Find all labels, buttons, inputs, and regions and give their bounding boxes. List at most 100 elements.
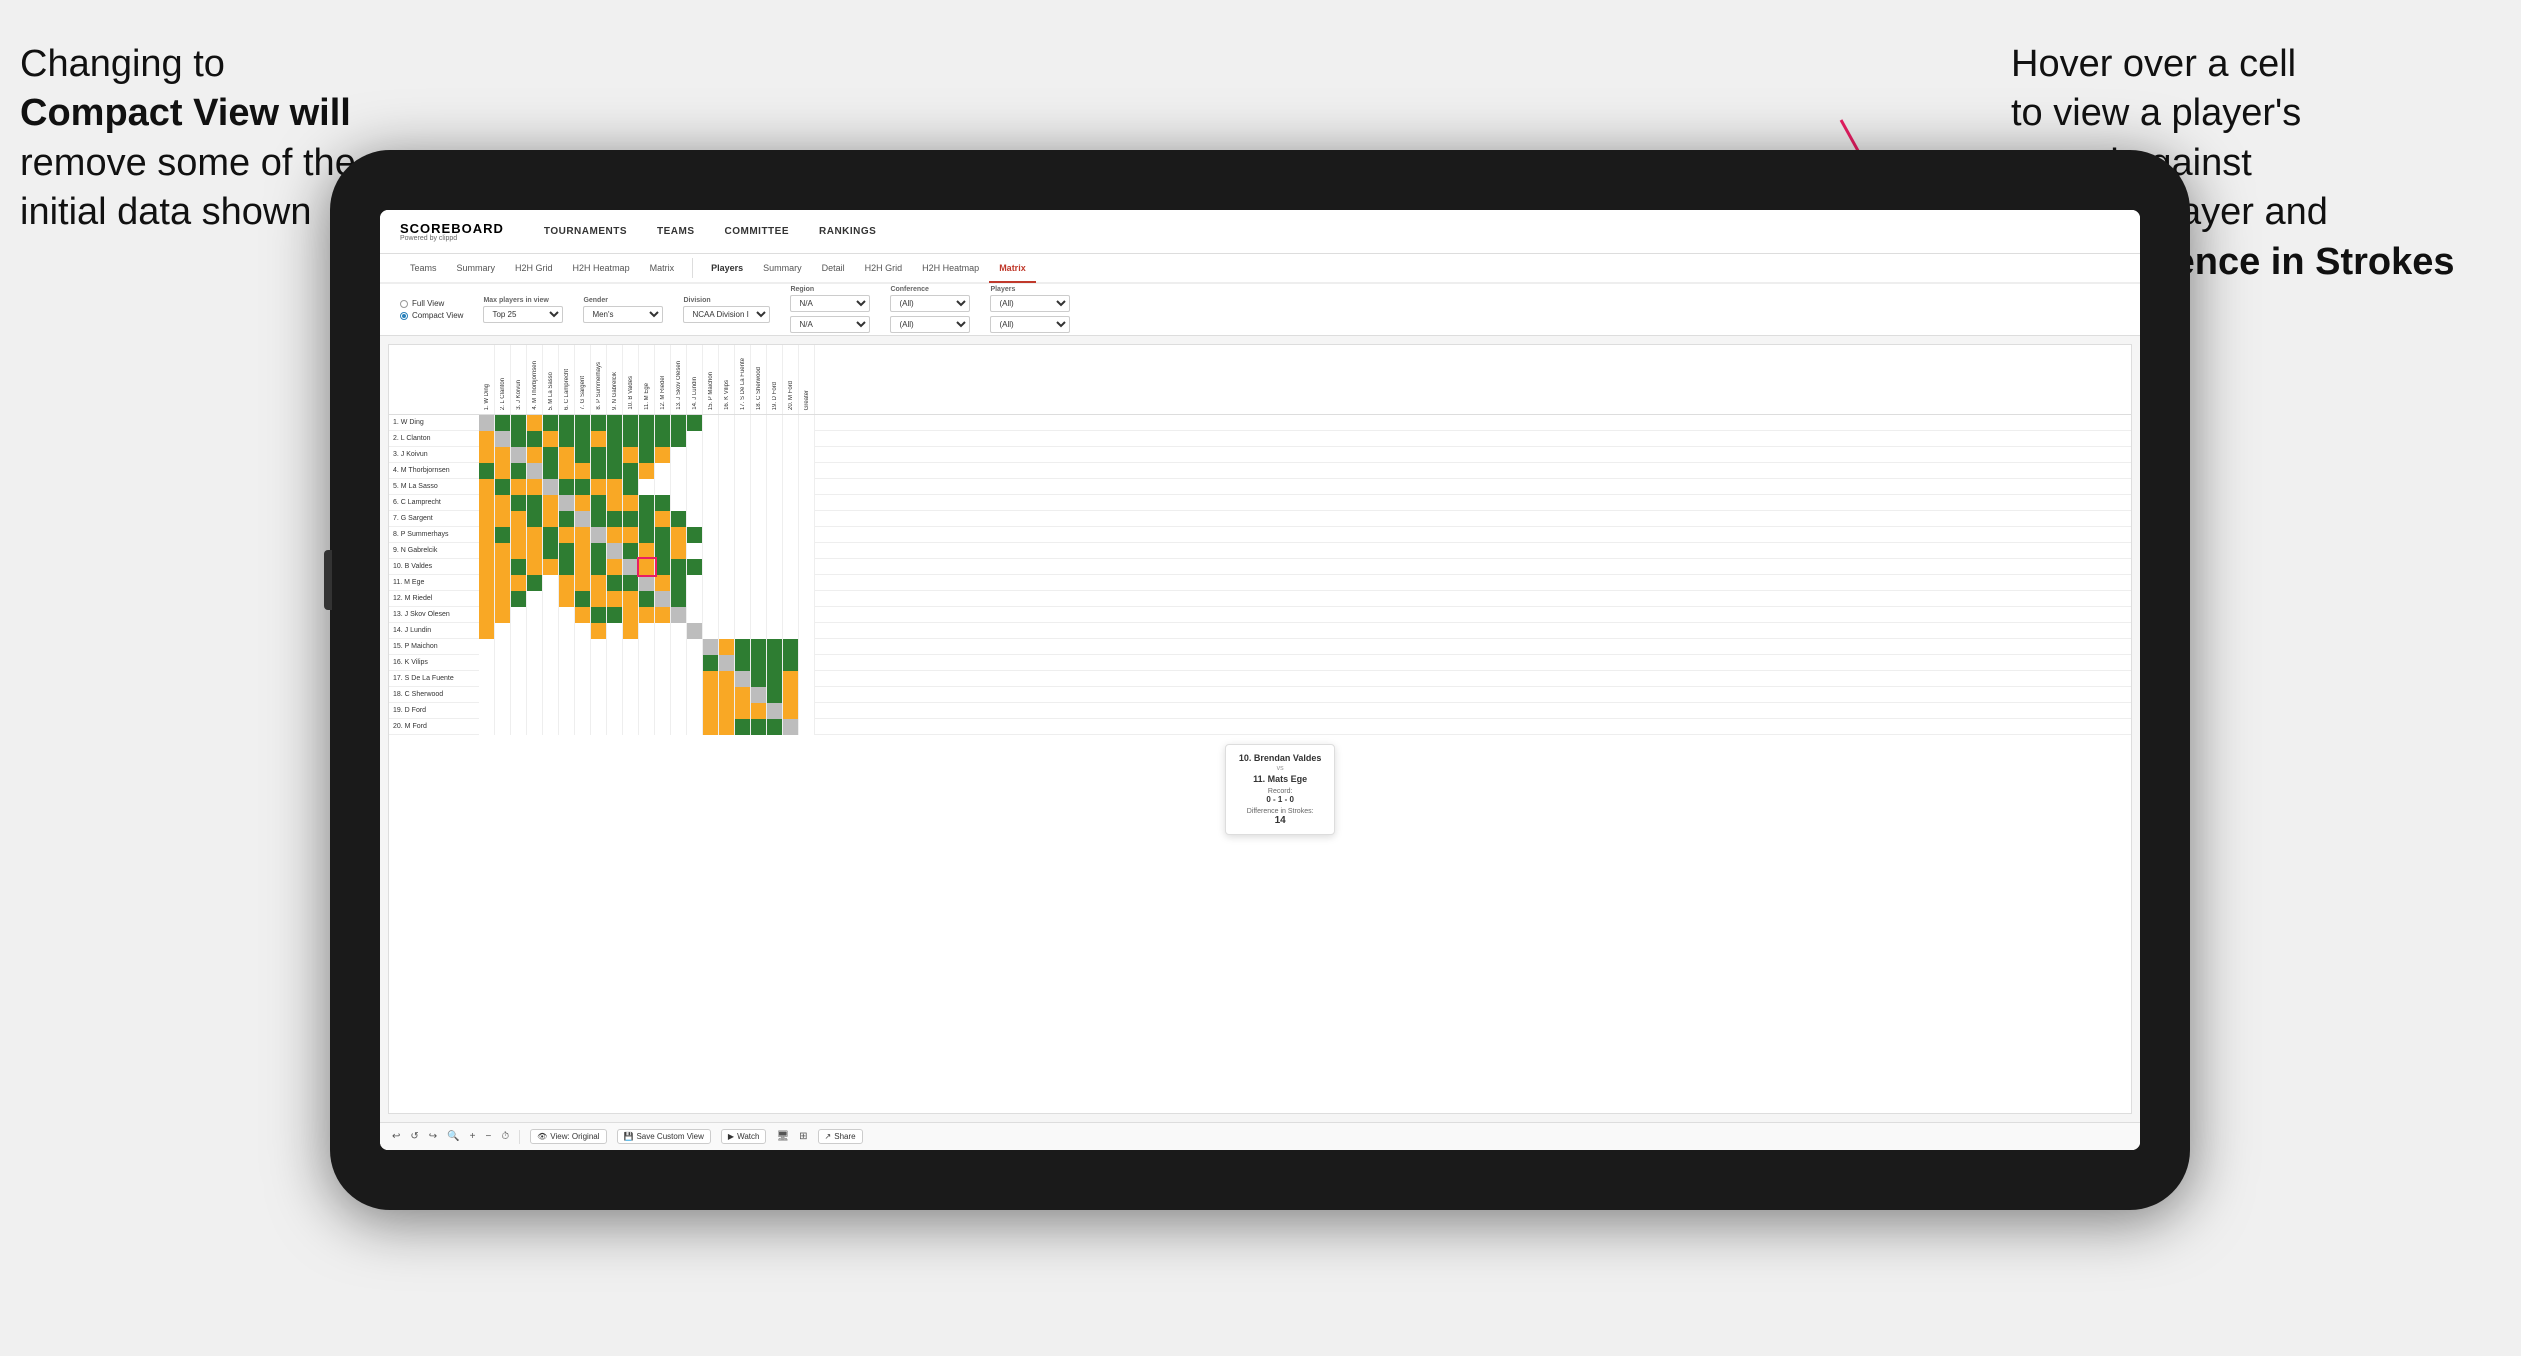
cell-3-8[interactable] <box>591 447 607 463</box>
cell-11-10[interactable] <box>623 575 639 591</box>
cell-15-15[interactable] <box>703 639 719 655</box>
tab-h2h-grid[interactable]: H2H Grid <box>505 255 563 283</box>
cell-7-10[interactable] <box>623 511 639 527</box>
cell-20-14[interactable] <box>687 719 703 735</box>
cell-15-13[interactable] <box>671 639 687 655</box>
cell-19-7[interactable] <box>575 703 591 719</box>
cell-1-18[interactable] <box>751 415 767 431</box>
search-icon[interactable]: 🔍 <box>447 1131 459 1142</box>
cell-13-1[interactable] <box>479 607 495 623</box>
cell-3-1[interactable] <box>479 447 495 463</box>
cell-10-12[interactable] <box>655 559 671 575</box>
cell-19-5[interactable] <box>543 703 559 719</box>
cell-10-19[interactable] <box>767 559 783 575</box>
cell-8-7[interactable] <box>575 527 591 543</box>
cell-6-4[interactable] <box>527 495 543 511</box>
cell-3-6[interactable] <box>559 447 575 463</box>
cell-1-17[interactable] <box>735 415 751 431</box>
cell-14-3[interactable] <box>511 623 527 639</box>
cell-9-2[interactable] <box>495 543 511 559</box>
cell-6-17[interactable] <box>735 495 751 511</box>
cell-11-16[interactable] <box>719 575 735 591</box>
cell-16-21[interactable] <box>799 655 815 671</box>
cell-2-20[interactable] <box>783 431 799 447</box>
cell-2-2[interactable] <box>495 431 511 447</box>
cell-16-11[interactable] <box>639 655 655 671</box>
cell-17-8[interactable] <box>591 671 607 687</box>
cell-13-7[interactable] <box>575 607 591 623</box>
cell-10-5[interactable] <box>543 559 559 575</box>
cell-14-21[interactable] <box>799 623 815 639</box>
cell-1-8[interactable] <box>591 415 607 431</box>
cell-6-15[interactable] <box>703 495 719 511</box>
cell-8-2[interactable] <box>495 527 511 543</box>
cell-16-9[interactable] <box>607 655 623 671</box>
cell-8-8[interactable] <box>591 527 607 543</box>
cell-12-3[interactable] <box>511 591 527 607</box>
cell-13-4[interactable] <box>527 607 543 623</box>
cell-10-10[interactable] <box>623 559 639 575</box>
cell-7-11[interactable] <box>639 511 655 527</box>
share-button[interactable]: ↗ Share <box>818 1129 863 1144</box>
cell-14-10[interactable] <box>623 623 639 639</box>
cell-19-2[interactable] <box>495 703 511 719</box>
zoom-in-icon[interactable]: + <box>470 1131 476 1142</box>
tab-players-h2h-heatmap[interactable]: H2H Heatmap <box>912 255 989 283</box>
cell-7-21[interactable] <box>799 511 815 527</box>
cell-18-12[interactable] <box>655 687 671 703</box>
cell-19-18[interactable] <box>751 703 767 719</box>
cell-20-12[interactable] <box>655 719 671 735</box>
zoom-out-icon[interactable]: − <box>485 1131 491 1142</box>
cell-14-13[interactable] <box>671 623 687 639</box>
cell-8-12[interactable] <box>655 527 671 543</box>
cell-13-6[interactable] <box>559 607 575 623</box>
cell-5-16[interactable] <box>719 479 735 495</box>
cell-11-17[interactable] <box>735 575 751 591</box>
cell-20-8[interactable] <box>591 719 607 735</box>
cell-12-1[interactable] <box>479 591 495 607</box>
cell-11-20[interactable] <box>783 575 799 591</box>
cell-1-4[interactable] <box>527 415 543 431</box>
cell-20-5[interactable] <box>543 719 559 735</box>
cell-12-16[interactable] <box>719 591 735 607</box>
cell-14-9[interactable] <box>607 623 623 639</box>
cell-12-10[interactable] <box>623 591 639 607</box>
cell-6-5[interactable] <box>543 495 559 511</box>
cell-7-6[interactable] <box>559 511 575 527</box>
cell-3-10[interactable] <box>623 447 639 463</box>
tab-players-detail[interactable]: Detail <box>812 255 855 283</box>
cell-1-9[interactable] <box>607 415 623 431</box>
cell-15-3[interactable] <box>511 639 527 655</box>
cell-6-8[interactable] <box>591 495 607 511</box>
tab-h2h-heatmap[interactable]: H2H Heatmap <box>563 255 640 283</box>
cell-14-5[interactable] <box>543 623 559 639</box>
cell-5-20[interactable] <box>783 479 799 495</box>
cell-8-4[interactable] <box>527 527 543 543</box>
cell-19-9[interactable] <box>607 703 623 719</box>
cell-18-14[interactable] <box>687 687 703 703</box>
cell-11-6[interactable] <box>559 575 575 591</box>
grid-icon[interactable]: ⊞ <box>799 1131 807 1142</box>
cell-3-21[interactable] <box>799 447 815 463</box>
cell-3-12[interactable] <box>655 447 671 463</box>
cell-8-3[interactable] <box>511 527 527 543</box>
cell-2-14[interactable] <box>687 431 703 447</box>
cell-12-9[interactable] <box>607 591 623 607</box>
cell-3-3[interactable] <box>511 447 527 463</box>
cell-18-2[interactable] <box>495 687 511 703</box>
cell-18-18[interactable] <box>751 687 767 703</box>
cell-4-2[interactable] <box>495 463 511 479</box>
select-region-1[interactable]: N/A <box>790 295 870 312</box>
cell-2-19[interactable] <box>767 431 783 447</box>
cell-11-15[interactable] <box>703 575 719 591</box>
cell-9-5[interactable] <box>543 543 559 559</box>
cell-11-8[interactable] <box>591 575 607 591</box>
cell-11-12[interactable] <box>655 575 671 591</box>
cell-15-4[interactable] <box>527 639 543 655</box>
undo-icon[interactable]: ↩ <box>392 1131 400 1142</box>
cell-14-4[interactable] <box>527 623 543 639</box>
cell-14-16[interactable] <box>719 623 735 639</box>
cell-10-8[interactable] <box>591 559 607 575</box>
cell-14-20[interactable] <box>783 623 799 639</box>
cell-20-2[interactable] <box>495 719 511 735</box>
